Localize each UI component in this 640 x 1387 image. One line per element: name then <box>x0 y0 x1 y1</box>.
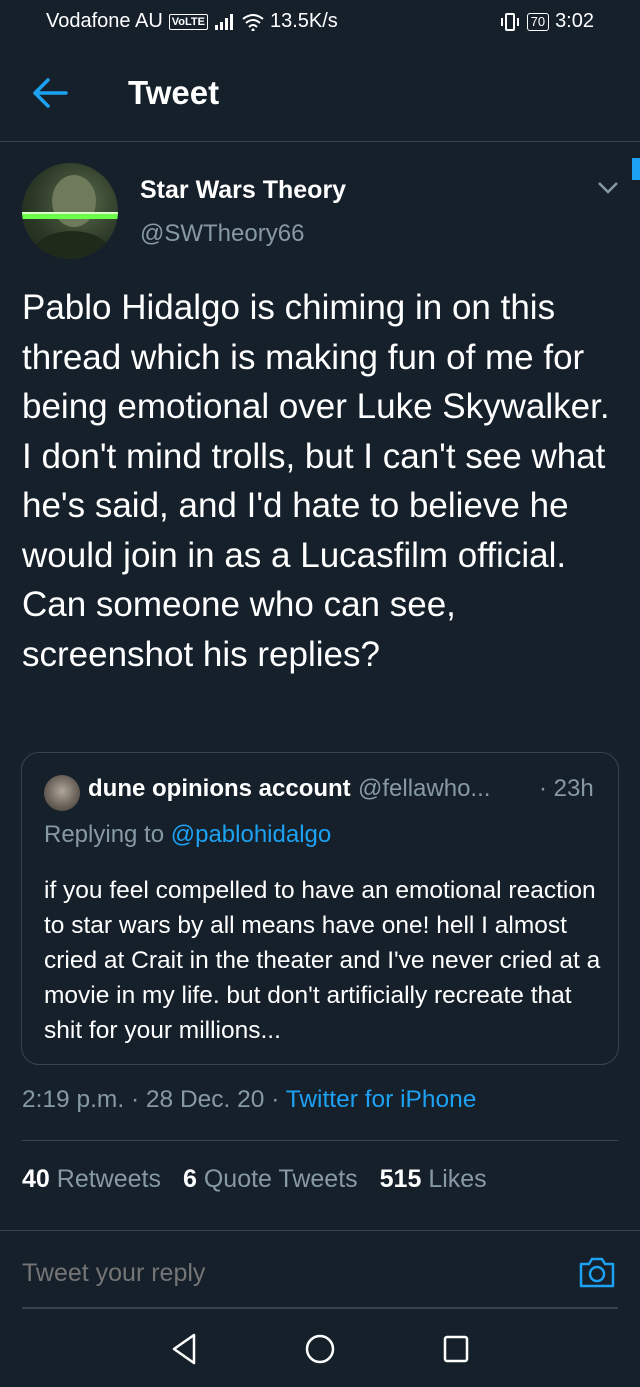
carrier-label: Vodafone AU <box>46 10 163 32</box>
tweet-text: Pablo Hidalgo is chiming in on this thre… <box>22 288 610 674</box>
net-speed-label: 13.5K/s <box>269 10 338 32</box>
battery-icon: 70 <box>526 12 550 31</box>
tweet-meta: 2:19 p.m. · 28 Dec. 20 · Twitter for iPh… <box>22 1086 476 1114</box>
quoted-author-name: dune opinions account <box>88 775 351 802</box>
quoted-tweet[interactable]: dune opinions account @fellawho... · 23h… <box>21 752 619 1065</box>
retweets-count: 40 <box>22 1165 50 1193</box>
clock-label: 3:02 <box>555 10 594 32</box>
quote-tweets-count: 6 <box>182 1165 197 1193</box>
divider <box>22 1140 618 1141</box>
retweets-label: Retweets <box>56 1165 161 1193</box>
replying-to-label: Replying to @pablohidalgo <box>44 821 331 849</box>
status-bar: Vodafone AU VoLTE 13.5K/s 70 3:02 <box>0 0 640 44</box>
scroll-indicator <box>632 158 640 180</box>
quote-tweets-stat[interactable]: 6 Quote Tweets <box>183 1165 358 1194</box>
reply-underline <box>22 1307 618 1309</box>
nav-home-icon[interactable] <box>304 1333 336 1365</box>
quoted-time: · 23h <box>539 775 594 802</box>
app-bar: Tweet <box>0 44 640 142</box>
tweet-timestamp: 2:19 p.m. · 28 Dec. 20 · <box>22 1086 286 1113</box>
volte-badge: VoLTE <box>168 13 208 30</box>
replying-prefix: Replying to <box>44 821 171 848</box>
signal-icon <box>214 13 233 30</box>
likes-stat[interactable]: 515 Likes <box>380 1165 487 1194</box>
tweet-source-link[interactable]: Twitter for iPhone <box>286 1086 477 1113</box>
quoted-author-avatar <box>44 775 80 811</box>
retweets-stat[interactable]: 40 Retweets <box>22 1165 161 1194</box>
quoted-text: if you feel compelled to have an emotion… <box>44 877 601 1044</box>
avatar-image <box>22 175 118 259</box>
reply-bar <box>0 1230 640 1309</box>
quote-tweets-label: Quote Tweets <box>203 1165 358 1193</box>
reply-input[interactable] <box>22 1259 542 1288</box>
system-nav-bar <box>0 1310 640 1387</box>
author-handle[interactable]: @SWTheory66 <box>140 220 304 248</box>
back-arrow-icon[interactable] <box>30 76 70 110</box>
author-name[interactable]: Star Wars Theory <box>140 176 346 205</box>
nav-back-icon[interactable] <box>170 1332 198 1366</box>
quoted-author-handle: @fellawho... <box>358 775 491 802</box>
nav-recents-icon[interactable] <box>442 1334 470 1364</box>
page-title: Tweet <box>128 74 220 111</box>
likes-label: Likes <box>428 1165 487 1193</box>
author-avatar[interactable] <box>22 163 118 259</box>
tweet-stats: 40 Retweets 6 Quote Tweets 515 Likes <box>22 1165 487 1194</box>
replying-to-link[interactable]: @pablohidalgo <box>171 821 332 848</box>
vibrate-icon <box>500 12 519 31</box>
chevron-down-icon[interactable] <box>596 180 620 196</box>
camera-icon[interactable] <box>578 1255 616 1289</box>
wifi-icon <box>242 13 264 31</box>
likes-count: 515 <box>379 1165 422 1193</box>
